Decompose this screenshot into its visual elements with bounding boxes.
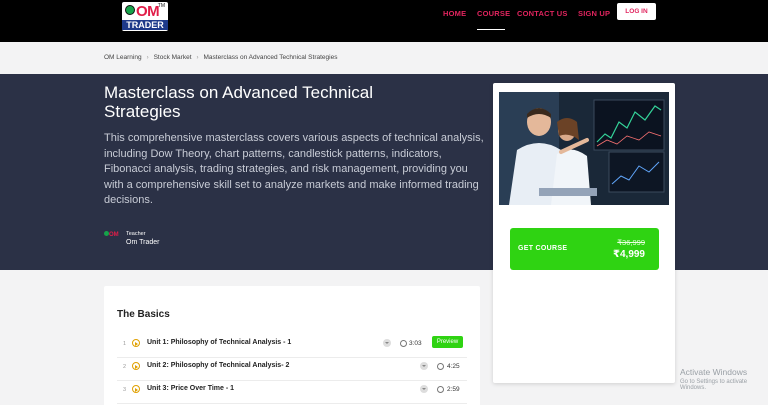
breadcrumb: OM Learning › Stock Market › Masterclass… xyxy=(104,54,337,61)
nav-contact-us[interactable]: CONTACT US xyxy=(517,9,568,18)
unit-title: Unit 1: Philosophy of Technical Analysis… xyxy=(147,339,292,346)
logo-trader: TRADER xyxy=(122,20,168,30)
play-icon xyxy=(132,339,140,347)
chevron-down-icon[interactable] xyxy=(383,339,391,347)
play-icon xyxy=(132,362,140,370)
clock-icon xyxy=(437,385,444,393)
course-thumbnail-image xyxy=(499,92,669,205)
active-nav-underline xyxy=(477,29,505,30)
unit-row[interactable]: 3 Unit 3: Price Over Time - 1 2:59 xyxy=(117,382,467,404)
activate-windows-watermark: Activate Windows Go to Settings to activ… xyxy=(680,367,768,391)
unit-title: Unit 2: Philosophy of Technical Analysis… xyxy=(147,362,290,369)
breadcrumb-stock-market[interactable]: Stock Market xyxy=(154,54,192,61)
logo-om: OM xyxy=(125,3,160,20)
chevron-right-icon: › xyxy=(146,54,149,61)
trading-desk-illustration xyxy=(499,92,669,205)
unit-number: 3 xyxy=(123,387,127,393)
section-title: The Basics xyxy=(117,309,170,320)
nav-home[interactable]: HOME xyxy=(443,9,466,18)
unit-row[interactable]: 1 Unit 1: Philosophy of Technical Analys… xyxy=(117,336,467,358)
om-trader-logo[interactable]: OM TM TRADER xyxy=(122,2,168,31)
logo-tm: TM xyxy=(157,3,165,9)
chevron-down-icon[interactable] xyxy=(420,362,428,370)
breadcrumb-current: Masterclass on Advanced Technical Strate… xyxy=(203,54,338,61)
teacher-label: Teacher xyxy=(126,231,146,237)
login-button[interactable]: LOG IN xyxy=(617,3,656,20)
watermark-line-1: Activate Windows xyxy=(680,367,748,377)
breadcrumb-om-learning[interactable]: OM Learning xyxy=(104,54,142,61)
course-description: This comprehensive masterclass covers va… xyxy=(104,132,484,206)
top-nav: OM TM TRADER HOME COURSE CONTACT US SIGN… xyxy=(0,0,768,42)
unit-duration: 4:25 xyxy=(447,363,460,370)
watermark-line-2: Go to Settings to activate Windows. xyxy=(680,379,748,391)
chevron-right-icon: › xyxy=(196,54,199,61)
unit-duration: 3:03 xyxy=(409,340,422,347)
teacher-name[interactable]: Om Trader xyxy=(126,239,159,246)
unit-row[interactable]: 2 Unit 2: Philosophy of Technical Analys… xyxy=(117,359,467,381)
play-icon xyxy=(132,385,140,393)
get-course-label: GET COURSE xyxy=(518,245,568,252)
chevron-down-icon[interactable] xyxy=(420,385,428,393)
nav-course[interactable]: COURSE xyxy=(477,9,510,18)
course-title: Masterclass on Advanced Technical Strate… xyxy=(104,83,374,121)
preview-button[interactable]: Preview xyxy=(432,336,463,348)
teacher-avatar[interactable]: OM xyxy=(104,231,121,242)
clock-icon xyxy=(437,362,444,370)
unit-title: Unit 3: Price Over Time - 1 xyxy=(147,385,235,392)
coin-icon xyxy=(125,5,135,15)
nav-sign-up[interactable]: SIGN UP xyxy=(578,9,610,18)
clock-icon xyxy=(400,339,407,347)
unit-number: 1 xyxy=(123,341,127,347)
discounted-price: ₹4,999 xyxy=(613,249,645,260)
unit-number: 2 xyxy=(123,364,127,370)
unit-duration: 2:59 xyxy=(447,386,460,393)
get-course-button[interactable]: GET COURSE ₹36,999 ₹4,999 xyxy=(510,228,659,270)
original-price: ₹36,999 xyxy=(617,238,645,247)
